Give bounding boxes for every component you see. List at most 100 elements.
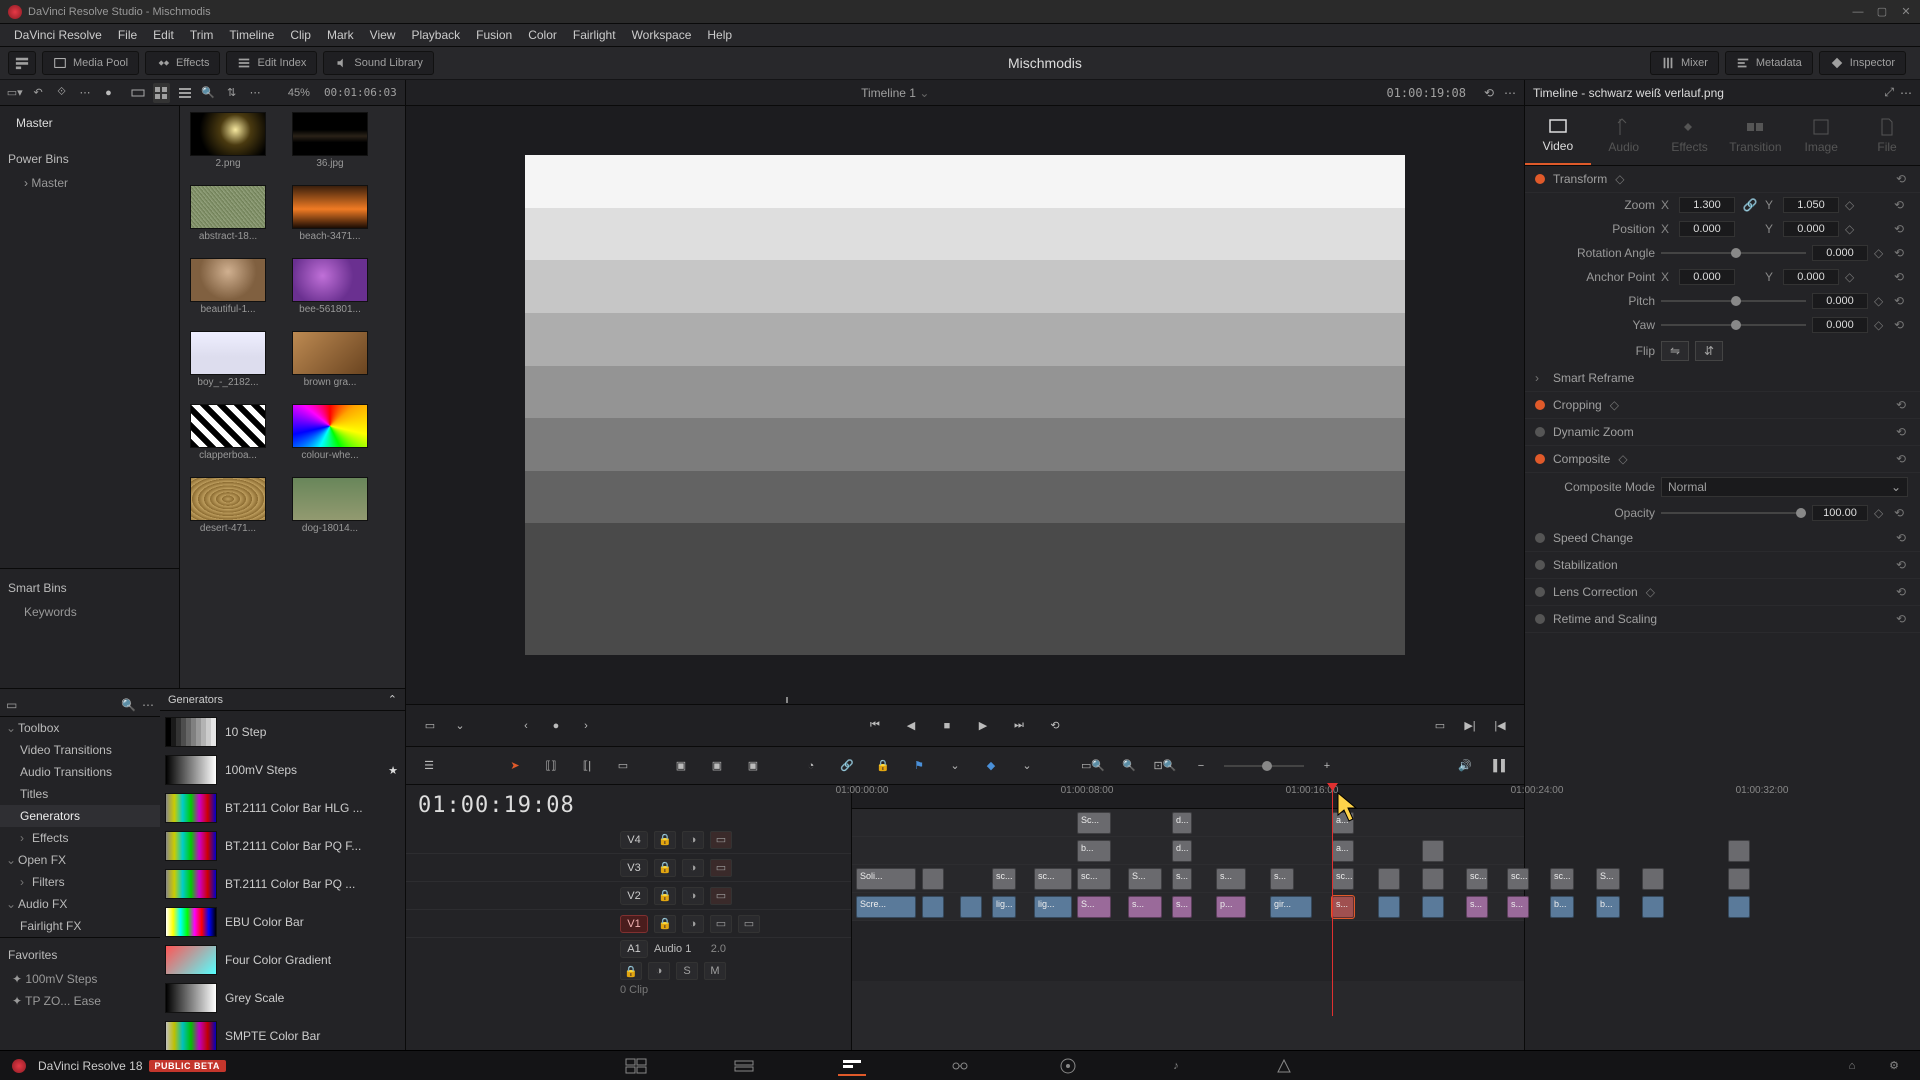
section-lens-correction[interactable]: Lens Correction◇⟲ [1525,579,1920,606]
generator-item[interactable]: SMPTE Color Bar [162,1017,403,1050]
generator-item[interactable]: Four Color Gradient [162,941,403,979]
section-cropping[interactable]: Cropping◇⟲ [1525,392,1920,419]
track-head-a1[interactable]: A1 Audio 1 2.0 🔒 ◑ S M 0 Clip [406,938,851,998]
trim-tool[interactable]: ⟦⟧ [538,753,564,779]
menu-fusion[interactable]: Fusion [468,28,520,42]
timeline-clip[interactable] [960,896,982,918]
lock-icon[interactable]: 🔒 [870,753,896,779]
page-fairlight[interactable]: ♪ [1162,1056,1190,1076]
menu-mark[interactable]: Mark [319,28,362,42]
section-transform[interactable]: Transform◇⟲ [1525,166,1920,193]
fx-more-icon[interactable]: ⋯ [142,698,154,712]
layout-preset-button[interactable] [8,51,36,75]
track-head-v1[interactable]: V1 🔒◑▭▭ [406,910,851,938]
timeline-clip[interactable]: Sc... [1077,812,1111,834]
favorite-star-icon[interactable]: ★ [386,764,400,777]
timeline-clip[interactable]: S... [1128,868,1162,890]
marker-icon[interactable]: ◆ [978,753,1004,779]
replace-clip[interactable]: ▣ [740,753,766,779]
opacity-val[interactable]: 100.00 [1812,505,1868,521]
timeline-clip[interactable]: sc... [992,868,1016,890]
sound-library-toggle[interactable]: Sound Library [323,51,434,75]
source-zoom[interactable]: 45% [270,87,310,99]
timeline-clip[interactable] [1422,868,1444,890]
page-cut[interactable] [730,1056,758,1076]
generator-item[interactable]: EBU Color Bar [162,903,403,941]
fx-node-filters[interactable]: ›Filters [0,871,160,893]
zoom-custom[interactable]: ⊡🔍 [1152,753,1178,779]
timeline-clip[interactable]: s... [1172,868,1192,890]
fx-node[interactable]: ›Effects [0,827,160,849]
section-smart-reframe[interactable]: ›Smart Reframe [1525,365,1920,392]
timeline-clip[interactable] [1728,896,1750,918]
pool-sort[interactable]: ⇅ [223,83,240,103]
match-frame[interactable]: ▭ [1428,714,1452,738]
retiming[interactable]: ◔ [798,753,824,779]
timeline-clip[interactable] [1728,868,1750,890]
timeline-clip[interactable] [1378,896,1400,918]
page-edit[interactable] [838,1056,866,1076]
timeline-clip[interactable]: Soli... [856,868,916,890]
inspector-tab-effects[interactable]: Effects [1657,106,1723,165]
fx-node[interactable]: Audio Transitions [0,761,160,783]
timeline-clip[interactable]: sc... [1466,868,1488,890]
timeline-clip[interactable]: lig... [992,896,1016,918]
menu-fairlight[interactable]: Fairlight [565,28,624,42]
blade-tool[interactable]: ▭ [610,753,636,779]
pool-search-icon[interactable]: 🔍 [200,83,217,103]
media-thumb[interactable]: 2.png [190,112,266,169]
page-deliver[interactable] [1270,1056,1298,1076]
view-grid[interactable] [153,83,170,103]
inspector-tab-video[interactable]: Video [1525,106,1591,165]
inspector-expand[interactable]: ⤢ [1884,85,1894,100]
page-color[interactable] [1054,1056,1082,1076]
section-speed-change[interactable]: Speed Change⟲ [1525,525,1920,552]
timeline-clip[interactable]: s... [1216,868,1246,890]
timeline-clip[interactable]: S... [1596,868,1620,890]
fx-node-openfx[interactable]: ⌄Open FX [0,849,160,871]
track-head-v3[interactable]: V3 🔒◑▭ [406,854,851,882]
generator-item[interactable]: 100mV Steps★ [162,751,403,789]
section-stabilization[interactable]: Stabilization⟲ [1525,552,1920,579]
go-last[interactable]: ⏭ [1007,714,1031,738]
view-list[interactable] [176,83,193,103]
viewer-more[interactable]: ⋯ [1504,86,1516,100]
timeline-clip[interactable]: s... [1128,896,1162,918]
play-button[interactable]: ▶ [971,714,995,738]
pool-more1[interactable]: ⋯ [76,83,93,103]
section-retime[interactable]: Retime and Scaling⟲ [1525,606,1920,633]
inspector-toggle[interactable]: Inspector [1819,51,1906,75]
anchor-x[interactable]: 0.000 [1679,269,1735,285]
dynamic-trim[interactable]: ⟦| [574,753,600,779]
home-icon[interactable]: ⌂ [1838,1056,1866,1076]
selection-tool[interactable]: ➤ [502,753,528,779]
timeline-clip[interactable]: d... [1172,840,1192,862]
media-thumb[interactable]: bee-561801... [292,258,368,315]
loop-button[interactable]: ⟲ [1043,714,1067,738]
window-close[interactable]: ✕ [1900,6,1912,18]
step-next-clip[interactable]: ▶| [1458,714,1482,738]
composite-mode-select[interactable]: Normal⌄ [1661,477,1908,497]
pool-dropdown[interactable]: ▭▾ [6,83,23,103]
media-thumb[interactable]: beach-3471... [292,185,368,242]
media-thumb[interactable]: abstract-18... [190,185,266,242]
media-thumb[interactable]: 36.jpg [292,112,368,169]
pool-record[interactable]: ● [100,83,117,103]
generator-item[interactable]: BT.2111 Color Bar HLG ... [162,789,403,827]
timeline-clip[interactable] [1728,840,1750,862]
pos-x[interactable]: 0.000 [1679,221,1735,237]
page-fusion[interactable] [946,1056,974,1076]
generator-item[interactable]: BT.2111 Color Bar PQ ... [162,865,403,903]
pool-more2[interactable]: ⋯ [246,83,263,103]
link-clips[interactable]: 🔗 [834,753,860,779]
timeline-clip[interactable]: s... [1270,868,1294,890]
menu-playback[interactable]: Playback [403,28,468,42]
page-media[interactable] [622,1056,650,1076]
timeline-clip[interactable]: a... [1332,812,1354,834]
window-maximize[interactable]: ▢ [1876,6,1888,18]
timeline-clip[interactable] [1642,896,1664,918]
menu-timeline[interactable]: Timeline [221,28,282,42]
go-first[interactable]: ⏮ [863,714,887,738]
pos-y[interactable]: 0.000 [1783,221,1839,237]
media-pool-toggle[interactable]: Media Pool [42,51,139,75]
